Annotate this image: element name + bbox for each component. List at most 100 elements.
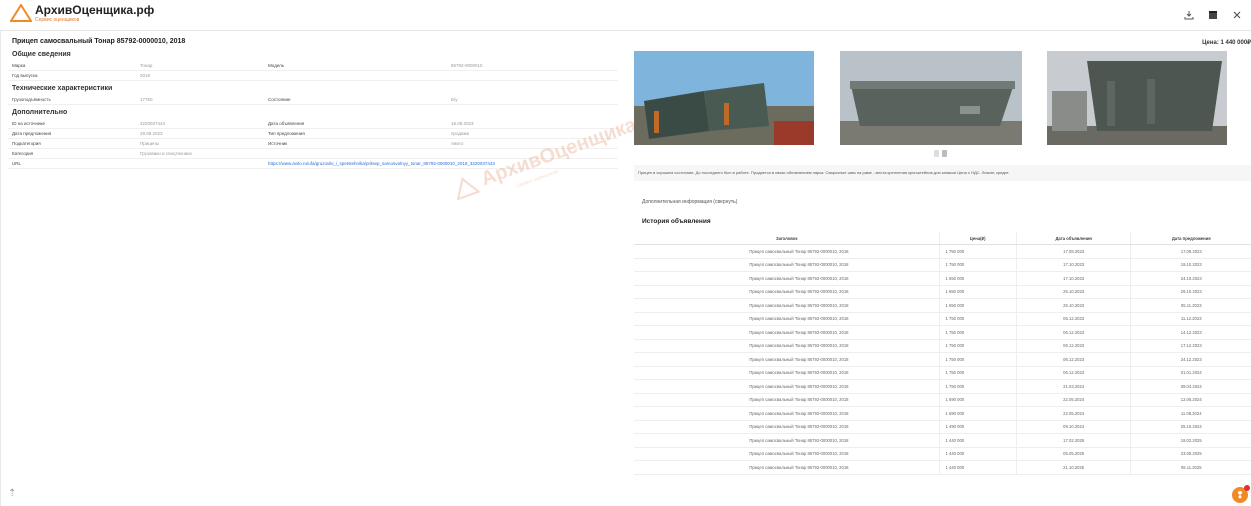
history-row-listing-date: 17.10.2023	[1015, 271, 1131, 286]
close-icon[interactable]	[1231, 9, 1243, 21]
field-label: Источник	[264, 139, 447, 149]
history-row-price: 1 750 000	[938, 312, 1017, 326]
history-header-row: Заголовок Цена(₽) Дата объявления Дата п…	[634, 232, 1251, 245]
watermark-triangle-icon	[456, 176, 480, 201]
field-label: Грузоподъёмность	[8, 95, 136, 105]
table-row: Прицеп самосвальный Тонар 85792-0000010,…	[634, 271, 1251, 286]
logo-subtitle: Сервис оценщиков	[35, 17, 80, 23]
history-row-listing-date: 25.10.2023	[1015, 298, 1131, 313]
table-row: Прицеп самосвальный Тонар 85792-0000010,…	[634, 406, 1251, 421]
field-label: ID на источнике	[8, 119, 136, 129]
history-row-listing-date: 22.05.2024	[1015, 393, 1131, 407]
photo-gallery	[634, 51, 1251, 161]
window-icon[interactable]	[1207, 9, 1219, 21]
section-technical: Технические характеристики	[12, 85, 113, 92]
history-row-offer-date: 14.12.2023	[1130, 325, 1251, 340]
history-row-listing-date: 17.02.2025	[1015, 433, 1131, 448]
field-value: Б/у	[447, 95, 618, 105]
table-row: Прицеп самосвальный Тонар 85792-0000010,…	[634, 447, 1251, 461]
history-row-offer-date: 06.11.2025	[1130, 460, 1251, 475]
field-value: 29.08.2023	[136, 129, 264, 139]
top-actions	[1183, 9, 1243, 21]
history-row-title: Прицеп самосвальный Тонар 85792-0000010,…	[634, 325, 939, 340]
chat-button[interactable]: ❢	[1232, 485, 1250, 503]
col-title: Заголовок	[634, 232, 939, 245]
table-row: Прицеп самосвальный Тонар 85792-0000010,…	[634, 393, 1251, 407]
gallery-dot[interactable]	[934, 150, 939, 157]
gallery-pagination	[934, 150, 947, 157]
history-row-offer-date: 23.05.2025	[1130, 447, 1251, 461]
table-row: Прицеп самосвальный Тонар 85792-0000010,…	[634, 420, 1251, 434]
history-row-offer-date: 11.08.2024	[1130, 406, 1251, 421]
history-row-title: Прицеп самосвальный Тонар 85792-0000010,…	[634, 258, 939, 272]
field-label: Год выпуска	[8, 71, 136, 81]
listing-details: Прицеп самосвальный Тонар 85792-0000010,…	[8, 34, 618, 169]
history-row-listing-date: 09.10.2024	[1015, 420, 1131, 434]
url-label: URL	[8, 159, 136, 169]
history-row-offer-date: 29.10.2023	[1130, 285, 1251, 299]
history-row-offer-date: 19.10.2023	[1130, 258, 1251, 272]
field-value: 2018	[136, 71, 264, 81]
more-info-toggle[interactable]: Дополнительная информация (свернуть)	[642, 199, 737, 205]
field-value: Прицепы	[136, 139, 264, 149]
history-row-offer-date: 24.12.2023	[1130, 352, 1251, 367]
history-row-listing-date: 17.08.2023	[1015, 244, 1131, 259]
photo-1[interactable]	[634, 51, 814, 145]
top-bar: АрхивОценщика.рф Сервис оценщиков	[0, 0, 1251, 31]
history-row-listing-date: 06.12.2023	[1015, 325, 1131, 340]
history-row-offer-date: 17.12.2023	[1130, 339, 1251, 353]
history-row-offer-date: 09.04.2024	[1130, 379, 1251, 394]
field-label: Дата объявления	[264, 119, 447, 129]
section-general: Общие сведения	[12, 51, 71, 58]
history-row-listing-date: 21.10.2025	[1015, 460, 1131, 475]
field-value	[447, 71, 618, 81]
left-border	[0, 30, 1, 506]
history-title: История объявления	[642, 218, 711, 225]
history-row-title: Прицеп самосвальный Тонар 85792-0000010,…	[634, 433, 939, 448]
history-row-listing-date: 25.10.2023	[1015, 285, 1131, 299]
history-row-price: 1 650 000	[938, 298, 1017, 313]
history-row-title: Прицеп самосвальный Тонар 85792-0000010,…	[634, 420, 939, 434]
history-row-title: Прицеп самосвальный Тонар 85792-0000010,…	[634, 366, 939, 380]
logo-title: АрхивОценщика.рф	[35, 3, 155, 17]
history-row-price: 1 650 000	[938, 271, 1017, 286]
history-row-price: 1 440 000	[938, 460, 1017, 475]
table-row: Прицеп самосвальный Тонар 85792-0000010,…	[634, 379, 1251, 394]
history-row-offer-date: 05.11.2023	[1130, 298, 1251, 313]
history-row-title: Прицеп самосвальный Тонар 85792-0000010,…	[634, 298, 939, 313]
history-row-price: 1 440 000	[938, 447, 1017, 461]
technical-grid: Грузоподъёмность 17750 Состояние Б/у	[8, 95, 618, 105]
table-row: Прицеп самосвальный Тонар 85792-0000010,…	[634, 460, 1251, 475]
logo[interactable]: АрхивОценщика.рф Сервис оценщиков	[10, 4, 154, 23]
history-row-listing-date: 17.10.2023	[1015, 258, 1131, 272]
gallery-dot-active[interactable]	[942, 150, 947, 157]
history-row-title: Прицеп самосвальный Тонар 85792-0000010,…	[634, 352, 939, 367]
history-row-offer-date: 17.08.2023	[1130, 244, 1251, 259]
history-row-title: Прицеп самосвальный Тонар 85792-0000010,…	[634, 393, 939, 407]
field-label: Марка	[8, 61, 136, 71]
download-icon[interactable]	[1183, 9, 1195, 21]
history-row-price: 1 750 000	[938, 325, 1017, 340]
field-label	[264, 71, 447, 81]
field-label: Тип предложения	[264, 129, 447, 139]
col-price: Цена(₽)	[938, 232, 1017, 245]
history-row-price: 1 750 000	[938, 244, 1017, 259]
col-offer-date: Дата предложения	[1130, 232, 1251, 245]
photo-2[interactable]	[840, 51, 1022, 145]
general-grid: Марка Тонар Модель 85792-0000010 Год вып…	[8, 61, 618, 81]
field-value: 3220037443	[136, 119, 264, 129]
section-additional: Дополнительно	[12, 109, 68, 116]
field-value: Грузовики и спецтехника	[136, 149, 264, 159]
scroll-up-icon[interactable]: ⇡	[8, 488, 16, 499]
history-row-title: Прицеп самосвальный Тонар 85792-0000010,…	[634, 271, 939, 286]
table-row: Прицеп самосвальный Тонар 85792-0000010,…	[634, 285, 1251, 299]
history-row-offer-date: 12.06.2024	[1130, 393, 1251, 407]
history-row-title: Прицеп самосвальный Тонар 85792-0000010,…	[634, 447, 939, 461]
history-row-offer-date: 19.02.2025	[1130, 433, 1251, 448]
field-label: Дата предложения	[8, 129, 136, 139]
history-row-price: 1 750 000	[938, 339, 1017, 353]
col-listing-date: Дата объявления	[1015, 232, 1131, 245]
history-row-price: 1 650 000	[938, 285, 1017, 299]
table-row: Прицеп самосвальный Тонар 85792-0000010,…	[634, 433, 1251, 448]
photo-3[interactable]	[1047, 51, 1227, 145]
